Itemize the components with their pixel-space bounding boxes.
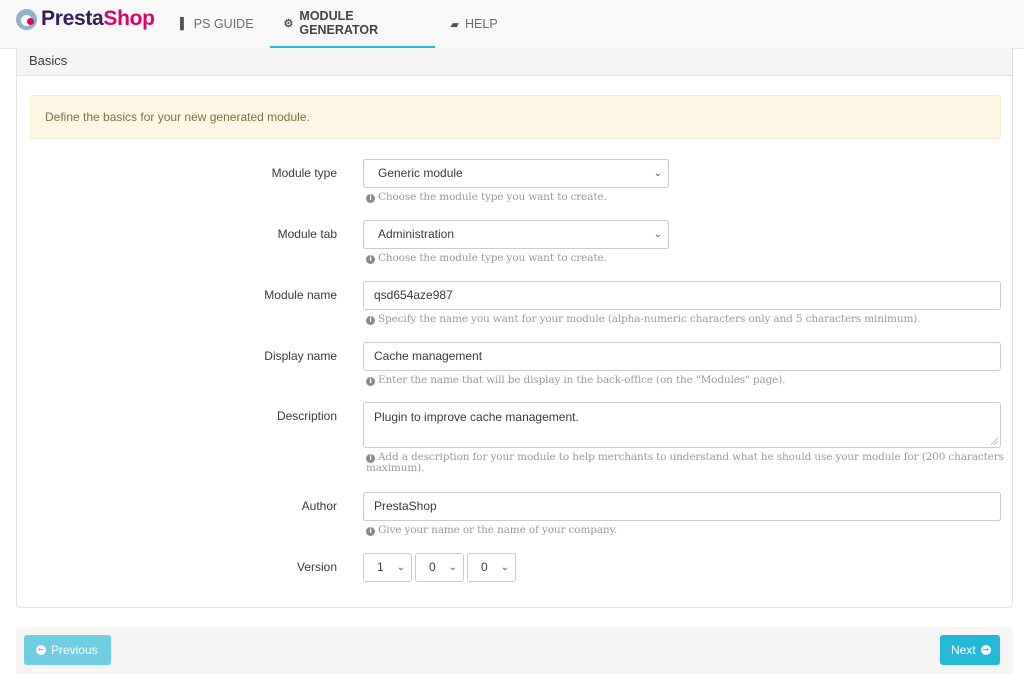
info-circle-icon: i	[366, 527, 375, 536]
module-type-value: Generic module	[378, 166, 463, 180]
module-name-input[interactable]: qsd654aze987	[363, 281, 1001, 310]
author-help: i Give your name or the name of your comp…	[366, 525, 1006, 536]
module-type-help: i Choose the module type you want to crea…	[366, 192, 1006, 203]
version-minor-select[interactable]: 0 ⌄	[415, 553, 464, 582]
nav-ps-guide[interactable]: ▌ PS GUIDE	[180, 0, 270, 48]
module-tab-select[interactable]: Administration ⌄	[363, 220, 669, 249]
module-type-select[interactable]: Generic module ⌄	[363, 159, 669, 188]
chevron-down-icon: ⌄	[653, 229, 662, 240]
nav-module-generator-label: MODULE GENERATOR	[299, 9, 379, 37]
version-patch-select[interactable]: 0 ⌄	[467, 553, 516, 582]
info-circle-icon: i	[366, 316, 375, 325]
info-circle-icon: i	[366, 255, 375, 264]
resize-handle-icon[interactable]	[991, 438, 998, 445]
puffin-logo-icon	[16, 8, 37, 30]
description-textarea[interactable]: Plugin to improve cache management.	[363, 402, 1001, 448]
logo-text: PrestaShop	[41, 7, 155, 30]
info-circle-icon: i	[366, 377, 375, 386]
display-name-help: i Enter the name that will be display in …	[366, 375, 1006, 386]
arrow-circle-left-icon: ←	[36, 645, 46, 655]
nav-module-generator[interactable]: ⚙ MODULE GENERATOR	[269, 0, 435, 48]
top-navbar: PrestaShop ▌ PS GUIDE ⚙ MODULE GENERATOR…	[0, 0, 1024, 49]
display-name-label: Display name	[264, 349, 337, 363]
chevron-down-icon: ⌄	[448, 562, 457, 573]
module-tab-value: Administration	[378, 227, 455, 241]
author-label: Author	[301, 499, 337, 513]
nav-help-label: HELP	[465, 17, 498, 31]
panel-title: Basics	[17, 48, 1012, 76]
nav-help[interactable]: ▰ HELP	[435, 0, 514, 48]
chevron-down-icon: ⌄	[500, 562, 509, 573]
info-circle-icon: i	[366, 194, 375, 203]
description-help: i Add a description for your module to he…	[366, 451, 1004, 474]
display-name-input[interactable]: Cache management	[363, 342, 1001, 371]
book-icon: ▰	[450, 18, 460, 31]
module-name-help: i Specify the name you want for your modu…	[366, 314, 1006, 325]
module-type-label: Module type	[271, 166, 337, 180]
version-major-select[interactable]: 1 ⌄	[363, 553, 412, 582]
next-button[interactable]: Next →	[940, 635, 1000, 665]
description-value: Plugin to improve cache management.	[374, 410, 579, 424]
nav-ps-guide-label: PS GUIDE	[193, 17, 254, 31]
previous-button[interactable]: ← Previous	[24, 635, 111, 665]
arrow-circle-right-icon: →	[980, 645, 991, 655]
module-tab-label: Module tab	[277, 227, 337, 241]
wizard-footer: ← Previous Next →	[16, 627, 1013, 674]
main-nav: ▌ PS GUIDE ⚙ MODULE GENERATOR ▰ HELP	[180, 0, 514, 48]
description-label: Description	[276, 409, 337, 423]
prestashop-logo[interactable]: PrestaShop	[16, 7, 155, 31]
module-name-label: Module name	[264, 288, 337, 302]
author-input[interactable]: PrestaShop	[363, 492, 1001, 521]
chevron-down-icon: ⌄	[653, 168, 662, 179]
cogs-icon: ⚙	[283, 17, 294, 30]
version-label: Version	[296, 560, 337, 574]
chevron-down-icon: ⌄	[396, 562, 405, 573]
bookmark-icon: ▌	[180, 18, 188, 30]
info-alert: Define the basics for your new generated…	[30, 95, 1001, 139]
module-tab-help: i Choose the module type you want to crea…	[366, 253, 1006, 264]
basics-panel: Basics Define the basics for your new ge…	[16, 48, 1013, 608]
